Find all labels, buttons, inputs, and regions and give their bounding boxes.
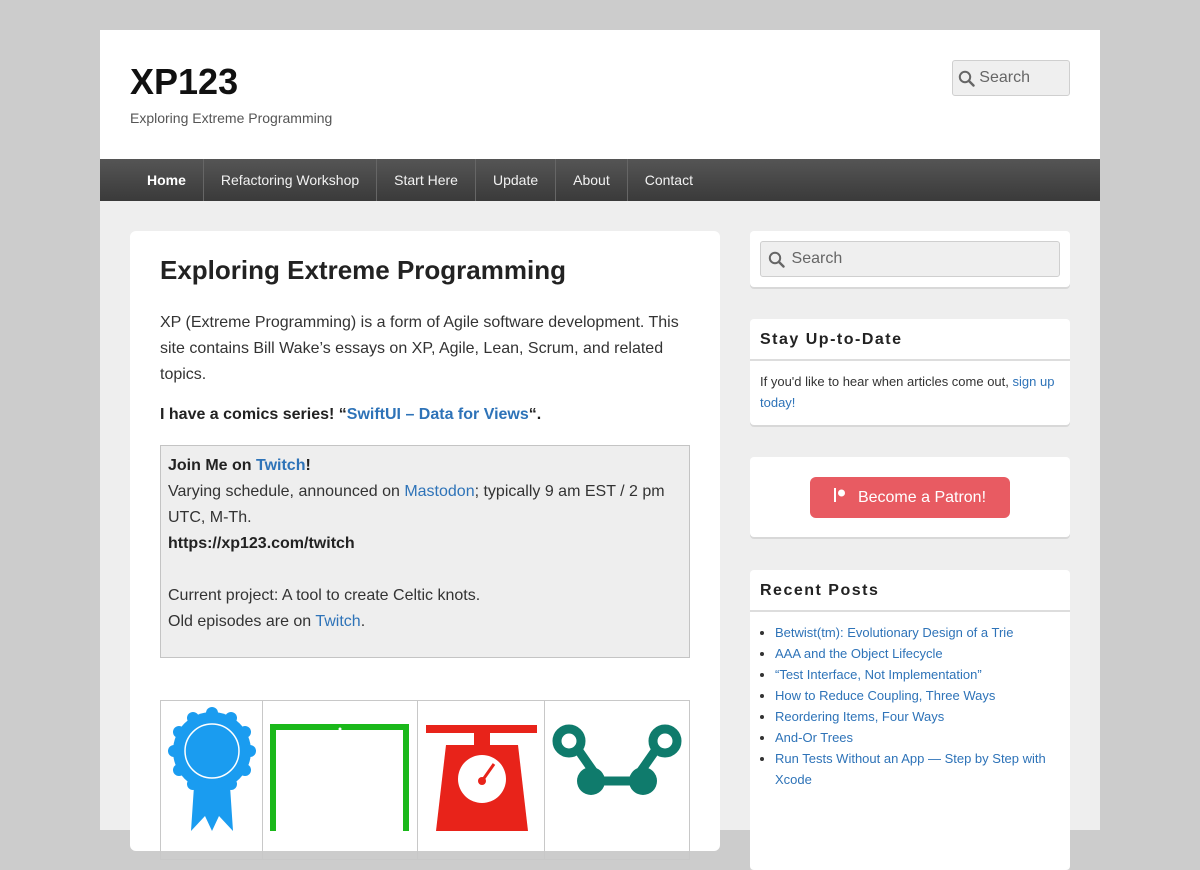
stay-text: If you'd like to hear when articles come… xyxy=(760,374,1013,389)
stay-widget-title: Stay Up-to-Date xyxy=(750,319,1070,361)
nav-about[interactable]: About xyxy=(556,159,628,201)
list-item: Run Tests Without an App — Step by Step … xyxy=(775,748,1060,790)
become-patron-button[interactable]: Become a Patron! xyxy=(810,477,1010,518)
search-icon xyxy=(761,251,792,268)
scale-icon[interactable] xyxy=(418,701,545,859)
list-item: Reordering Items, Four Ways xyxy=(775,706,1060,727)
patron-widget: Become a Patron! xyxy=(750,457,1070,537)
masthead: XP123 Exploring Extreme Programming xyxy=(100,30,1100,159)
stay-up-to-date-widget: Stay Up-to-Date If you'd like to hear wh… xyxy=(750,319,1070,425)
recent-post-link[interactable]: AAA and the Object Lifecycle xyxy=(775,646,943,661)
recent-posts-title: Recent Posts xyxy=(750,570,1070,612)
recent-posts-list: Betwist(tm): Evolutionary Design of a Tr… xyxy=(750,612,1070,790)
twitch-join-prefix: Join Me on xyxy=(168,457,256,474)
main-content: Exploring Extreme Programming XP (Extrem… xyxy=(130,231,720,860)
nav-home[interactable]: Home xyxy=(130,159,204,201)
list-item: “Test Interface, Not Implementation” xyxy=(775,664,1060,685)
page: XP123 Exploring Extreme Programming Home… xyxy=(100,30,1100,870)
sidebar-search-input[interactable] xyxy=(791,250,1059,268)
sidebar-search-widget xyxy=(750,231,1070,287)
main-navigation: Home Refactoring Workshop Start Here Upd… xyxy=(100,159,1100,201)
recent-post-link[interactable]: Run Tests Without an App — Step by Step … xyxy=(775,751,1046,787)
comics-suffix: “. xyxy=(528,406,542,423)
old-episodes-prefix: Old episodes are on xyxy=(168,613,316,630)
list-item: And-Or Trees xyxy=(775,727,1060,748)
nav-start-here[interactable]: Start Here xyxy=(377,159,476,201)
recent-posts-widget: Recent Posts Betwist(tm): Evolutionary D… xyxy=(750,570,1070,870)
recent-post-link[interactable]: Reordering Items, Four Ways xyxy=(775,709,944,724)
header-search-input[interactable] xyxy=(979,69,1069,87)
twitch-box: Join Me on Twitch! Varying schedule, ann… xyxy=(160,445,690,658)
recent-post-link[interactable]: “Test Interface, Not Implementation” xyxy=(775,667,982,682)
old-episodes: Old episodes are on Twitch. xyxy=(168,609,682,635)
network-nodes-icon[interactable] xyxy=(545,701,689,859)
patreon-icon xyxy=(833,488,846,507)
topic-icons-row xyxy=(160,700,690,860)
entry-title: Exploring Extreme Programming xyxy=(160,255,566,285)
twitch-url: https://xp123.com/twitch xyxy=(168,535,355,552)
twitch-link[interactable]: Twitch xyxy=(256,457,305,474)
list-item: AAA and the Object Lifecycle xyxy=(775,643,1060,664)
award-ribbon-icon[interactable] xyxy=(161,701,263,859)
patron-label: Become a Patron! xyxy=(857,488,987,506)
twitch-join-suffix: ! xyxy=(305,457,311,474)
current-project: Current project: A tool to create Celtic… xyxy=(168,587,481,604)
header-search[interactable] xyxy=(952,60,1070,96)
site-description: Exploring Extreme Programming xyxy=(130,110,333,126)
mastodon-link[interactable]: Mastodon xyxy=(404,483,474,500)
site-title[interactable]: XP123 xyxy=(130,62,238,102)
old-episodes-link[interactable]: Twitch xyxy=(315,613,360,630)
nav-refactoring-workshop[interactable]: Refactoring Workshop xyxy=(204,159,378,201)
recent-post-link[interactable]: Betwist(tm): Evolutionary Design of a Tr… xyxy=(775,625,1013,640)
recent-post-link[interactable]: And-Or Trees xyxy=(775,730,853,745)
comics-link[interactable]: SwiftUI – Data for Views xyxy=(347,406,529,423)
sidebar-search[interactable] xyxy=(760,241,1060,277)
stay-widget-body: If you'd like to hear when articles come… xyxy=(750,361,1070,423)
nav-contact[interactable]: Contact xyxy=(628,159,710,201)
old-episodes-suffix: . xyxy=(360,613,366,630)
comics-paragraph: I have a comics series! “SwiftUI – Data … xyxy=(160,402,690,428)
twitch-schedule: Varying schedule, announced on Mastodon;… xyxy=(168,479,682,531)
twitch-join-line: Join Me on Twitch! xyxy=(168,453,682,479)
list-item: Betwist(tm): Evolutionary Design of a Tr… xyxy=(775,622,1060,643)
schedule-prefix: Varying schedule, announced on xyxy=(168,483,405,500)
list-item: How to Reduce Coupling, Three Ways xyxy=(775,685,1060,706)
comics-prefix: I have a comics series! “ xyxy=(160,406,347,423)
recent-post-link[interactable]: How to Reduce Coupling, Three Ways xyxy=(775,688,995,703)
intro-paragraph: XP (Extreme Programming) is a form of Ag… xyxy=(160,314,679,383)
whiteboard-icon[interactable] xyxy=(263,701,418,859)
nav-update[interactable]: Update xyxy=(476,159,557,201)
search-icon xyxy=(953,70,979,87)
